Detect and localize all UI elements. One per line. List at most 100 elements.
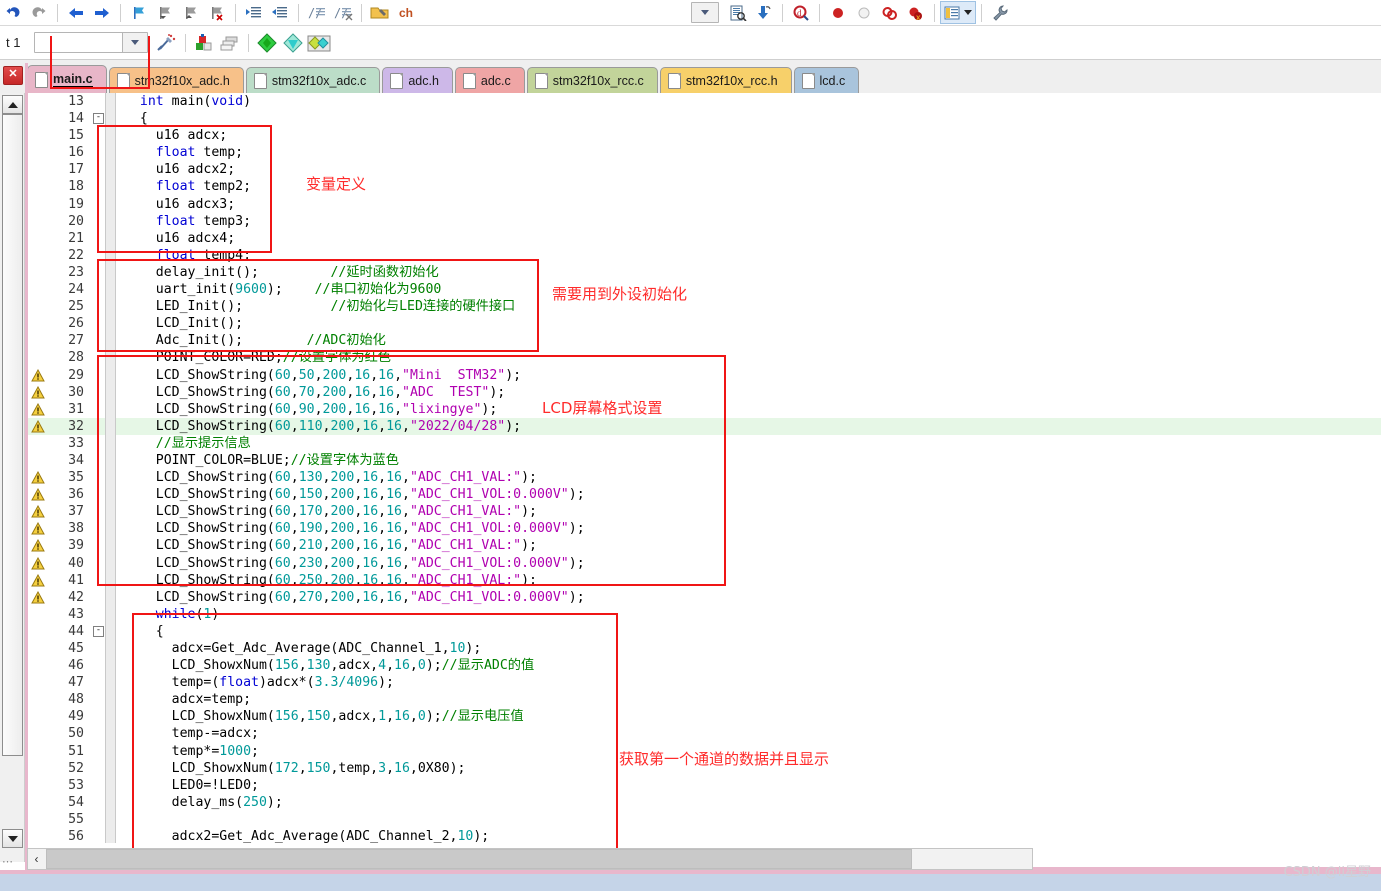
code-line[interactable]: 37 LCD_ShowString(60,170,200,16,16,"ADC_… bbox=[25, 503, 1381, 521]
code-line[interactable]: 19 u16 adcx3; bbox=[25, 195, 1381, 213]
tab-stm32f10x-rcc-c[interactable]: stm32f10x_rcc.c bbox=[526, 67, 658, 93]
find-scope-dropdown[interactable] bbox=[691, 2, 719, 23]
code-line[interactable]: 15 u16 adcx; bbox=[25, 127, 1381, 145]
debug-find-icon[interactable]: d bbox=[788, 2, 814, 24]
code-line[interactable]: 17 u16 adcx2; bbox=[25, 161, 1381, 179]
redo-icon[interactable] bbox=[26, 2, 52, 24]
code-line[interactable]: 27 Adc_Init(); //ADC初始化 bbox=[25, 332, 1381, 350]
code-line[interactable]: 35 LCD_ShowString(60,130,200,16,16,"ADC_… bbox=[25, 469, 1381, 487]
code-line[interactable]: 38 LCD_ShowString(60,190,200,16,16,"ADC_… bbox=[25, 520, 1381, 538]
navigate-back-icon[interactable] bbox=[63, 2, 89, 24]
fold-toggle[interactable]: - bbox=[91, 110, 105, 127]
code-line[interactable]: 24 uart_init(9600); //串口初始化为9600 bbox=[25, 281, 1381, 299]
code-line[interactable]: 50 temp-=adcx; bbox=[25, 725, 1381, 743]
code-line[interactable]: 40 LCD_ShowString(60,230,200,16,16,"ADC_… bbox=[25, 554, 1381, 572]
breakpoint-disable-icon[interactable] bbox=[851, 2, 877, 24]
bookmark-next-icon[interactable] bbox=[178, 2, 204, 24]
tab-lcd-c[interactable]: lcd.c bbox=[793, 67, 860, 93]
code-line[interactable]: 32 LCD_ShowString(60,110,200,16,16,"2022… bbox=[25, 417, 1381, 435]
tab-stm32f10x-rcc-h[interactable]: stm32f10x_rcc.h bbox=[659, 67, 792, 93]
vertical-scrollbar[interactable] bbox=[0, 93, 25, 862]
breakpoint-kill-all-icon[interactable] bbox=[877, 2, 903, 24]
code-line[interactable]: 29 LCD_ShowString(60,50,200,16,16,"Mini … bbox=[25, 366, 1381, 384]
code-line[interactable]: 45 adcx=Get_Adc_Average(ADC_Channel_1,10… bbox=[25, 640, 1381, 658]
batch-build-icon[interactable] bbox=[217, 32, 243, 54]
tab-adc-c[interactable]: adc.c bbox=[454, 67, 525, 93]
arrow-down-icon bbox=[7, 835, 18, 842]
code-line[interactable]: 48 adcx=temp; bbox=[25, 691, 1381, 709]
code-line[interactable]: 23 delay_init(); //延时函数初始化 bbox=[25, 263, 1381, 282]
horizontal-scrollbar[interactable]: ‹ bbox=[27, 848, 1033, 870]
flash-erase-icon[interactable] bbox=[280, 32, 306, 54]
vertical-scroll-thumb[interactable] bbox=[2, 114, 23, 756]
code-line[interactable]: 25 LED_Init(); //初始化与LED连接的硬件接口 bbox=[25, 298, 1381, 316]
code-line[interactable]: 28 POINT_COLOR=RED;//设置字体为红色 bbox=[25, 349, 1381, 367]
tab-stm32f10x-adc-c[interactable]: stm32f10x_adc.c bbox=[245, 67, 381, 93]
scroll-left-button[interactable]: ‹ bbox=[28, 849, 45, 869]
scroll-up-button[interactable] bbox=[2, 95, 23, 114]
code-line[interactable]: 47 temp=(float)adcx*(3.3/4096); bbox=[25, 674, 1381, 692]
code-text: u16 adcx2; bbox=[124, 162, 236, 178]
code-line[interactable]: 54 delay_ms(250); bbox=[25, 793, 1381, 811]
bookmark-prev-icon[interactable] bbox=[152, 2, 178, 24]
code-line[interactable]: 31 LCD_ShowString(60,90,200,16,16,"lixin… bbox=[25, 400, 1381, 418]
code-line[interactable]: 56 adcx2=Get_Adc_Average(ADC_Channel_2,1… bbox=[25, 828, 1381, 843]
close-icon[interactable]: ✕ bbox=[3, 66, 23, 85]
code-line[interactable]: 26 LCD_Init(); bbox=[25, 315, 1381, 333]
code-line[interactable]: 21 u16 adcx4; bbox=[25, 229, 1381, 247]
code-line[interactable]: 34 POINT_COLOR=BLUE;//设置字体为蓝色 bbox=[25, 451, 1381, 470]
fold-collapse-icon[interactable]: - bbox=[93, 625, 104, 637]
configuration-wizard-icon[interactable] bbox=[987, 2, 1013, 24]
open-folder-icon[interactable] bbox=[367, 2, 393, 24]
manage-components-icon[interactable] bbox=[306, 32, 332, 54]
download-icon[interactable] bbox=[254, 32, 280, 54]
code-line[interactable]: 14- { bbox=[25, 110, 1381, 128]
code-line[interactable]: 36 LCD_ShowString(60,150,200,16,16,"ADC_… bbox=[25, 486, 1381, 504]
code-line[interactable]: 42 LCD_ShowString(60,270,200,16,16,"ADC_… bbox=[25, 588, 1381, 606]
indent-decrease-icon[interactable] bbox=[267, 2, 293, 24]
code-editor[interactable]: 13 int main(void) 14- {15 u16 adcx; 16 flo… bbox=[25, 93, 1381, 843]
tab-adc-h[interactable]: adc.h bbox=[382, 67, 453, 93]
code-line[interactable]: 22 float temp4; bbox=[25, 246, 1381, 264]
code-line[interactable]: 13 int main(void) bbox=[25, 93, 1381, 111]
breakpoint-disable-all-icon[interactable]: x bbox=[903, 2, 929, 24]
bookmark-clear-icon[interactable] bbox=[204, 2, 230, 24]
window-manager-button[interactable] bbox=[940, 1, 976, 24]
bookmark-toggle-icon[interactable] bbox=[126, 2, 152, 24]
indent-increase-icon[interactable] bbox=[241, 2, 267, 24]
uncomment-icon[interactable]: // bbox=[330, 2, 356, 24]
scroll-down-button[interactable] bbox=[2, 829, 23, 848]
comment-icon[interactable]: // bbox=[304, 2, 330, 24]
breakpoint-insert-icon[interactable] bbox=[825, 2, 851, 24]
code-line[interactable]: 46 LCD_ShowxNum(156,130,adcx,4,16,0);//显… bbox=[25, 657, 1381, 675]
code-line[interactable]: 44- { bbox=[25, 622, 1381, 640]
line-number: 18 bbox=[68, 179, 84, 195]
code-line[interactable]: 33 //显示提示信息 bbox=[25, 434, 1381, 452]
target-selector-dropdown[interactable] bbox=[34, 32, 149, 53]
code-line[interactable]: 30 LCD_ShowString(60,70,200,16,16,"ADC T… bbox=[25, 383, 1381, 401]
find-input[interactable]: ch bbox=[393, 6, 419, 20]
code-line[interactable]: 39 LCD_ShowString(60,210,200,16,16,"ADC_… bbox=[25, 537, 1381, 555]
undo-icon[interactable] bbox=[0, 2, 26, 24]
fold-toggle[interactable]: - bbox=[91, 623, 105, 640]
navigate-forward-icon[interactable] bbox=[89, 2, 115, 24]
code-line[interactable]: 53 LED0=!LED0; bbox=[25, 776, 1381, 794]
code-line[interactable]: 55 bbox=[25, 810, 1381, 829]
tab-main-c[interactable]: main.c bbox=[27, 65, 107, 93]
code-line[interactable]: 16 float temp; bbox=[25, 144, 1381, 162]
code-line[interactable]: 41 LCD_ShowString(60,250,200,16,16,"ADC_… bbox=[25, 571, 1381, 589]
find-in-files-icon[interactable] bbox=[725, 2, 751, 24]
code-line[interactable]: 18 float temp2; bbox=[25, 178, 1381, 196]
build-target-icon[interactable] bbox=[191, 32, 217, 54]
code-line[interactable]: 49 LCD_ShowxNum(156,150,adcx,1,16,0);//显… bbox=[25, 708, 1381, 726]
code-line[interactable]: 43 while(1) bbox=[25, 605, 1381, 623]
horizontal-scroll-thumb[interactable] bbox=[46, 849, 912, 869]
fold-toggle bbox=[91, 691, 105, 708]
annotation-lcd-format-settings: LCD屏幕格式设置 bbox=[542, 399, 663, 417]
fold-toggle bbox=[91, 452, 105, 469]
code-line[interactable]: 20 float temp3; bbox=[25, 212, 1381, 230]
insert-icon[interactable] bbox=[751, 2, 777, 24]
fold-collapse-icon[interactable]: - bbox=[93, 113, 104, 125]
target-options-icon[interactable] bbox=[154, 32, 180, 54]
tab-stm32f10x-adc-h[interactable]: stm32f10x_adc.h bbox=[108, 67, 244, 93]
